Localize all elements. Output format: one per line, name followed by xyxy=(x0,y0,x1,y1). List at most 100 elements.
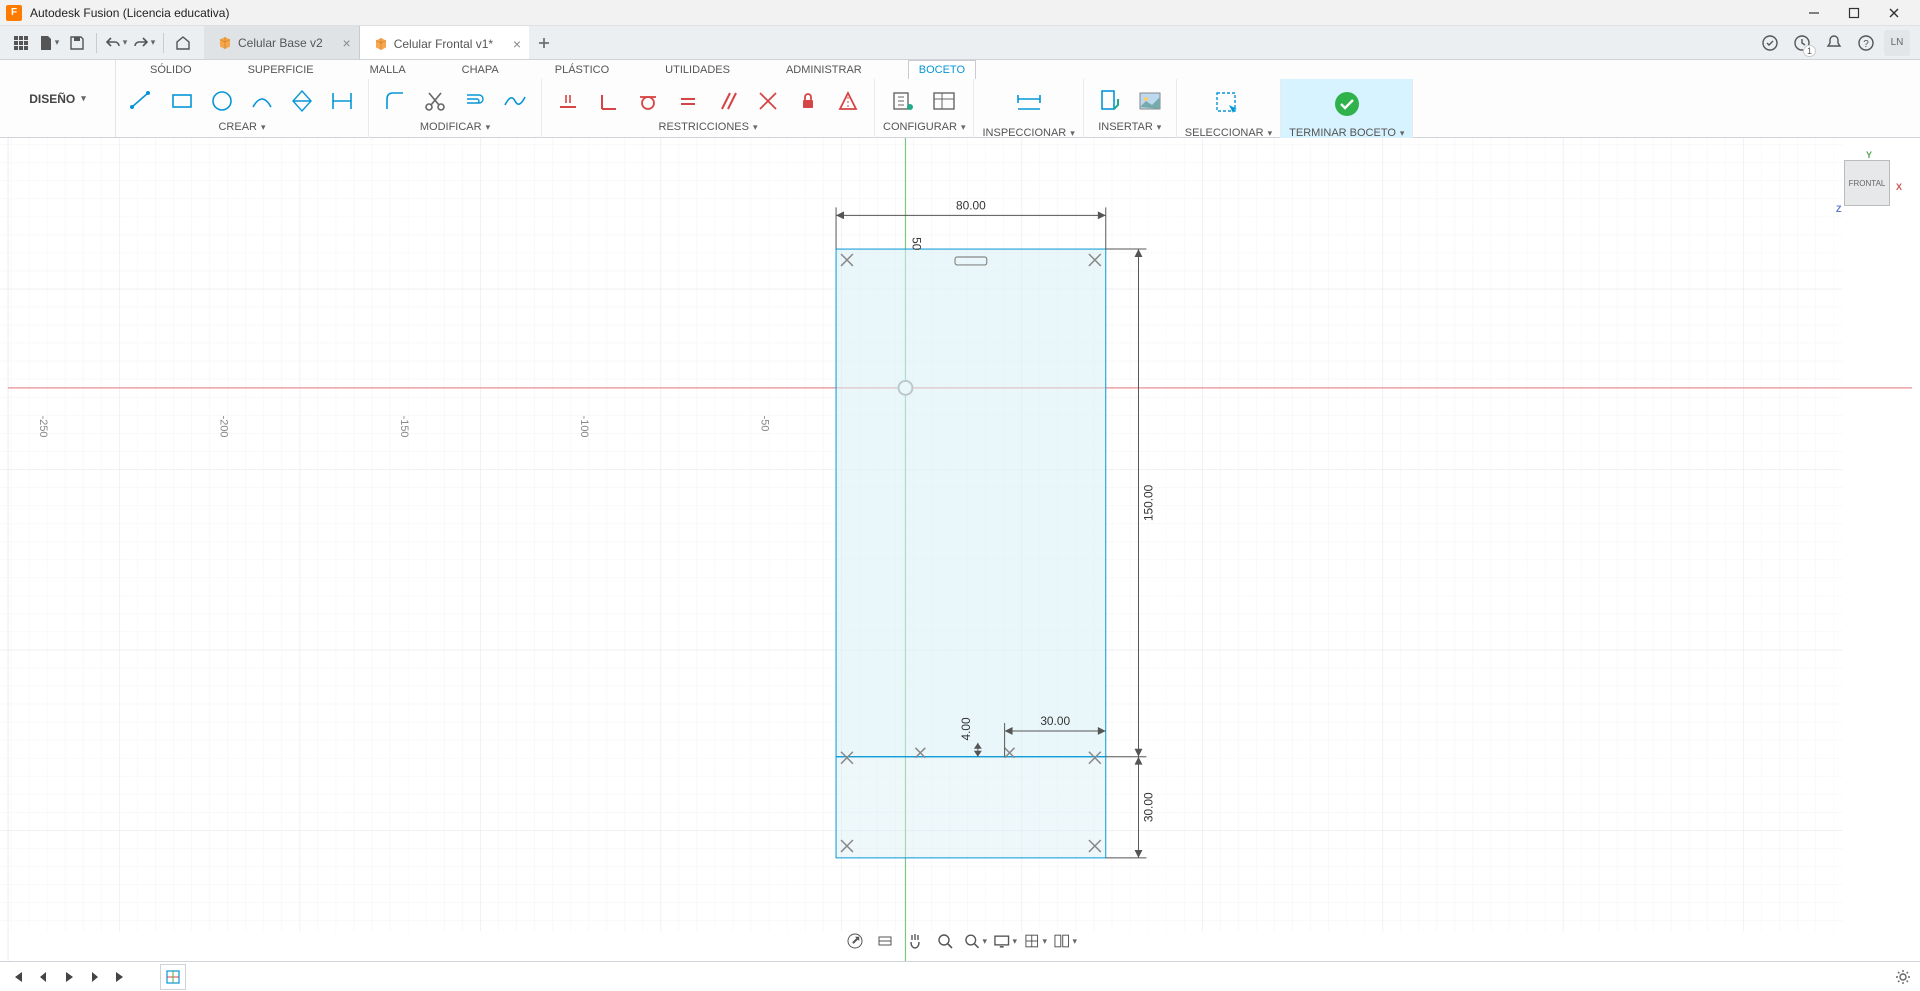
notifications-button[interactable] xyxy=(1820,29,1848,57)
close-button[interactable] xyxy=(1874,0,1914,26)
offset-tool[interactable] xyxy=(457,83,493,119)
dimension-tool[interactable] xyxy=(324,83,360,119)
undo-button[interactable] xyxy=(103,30,129,56)
fillet-tool[interactable] xyxy=(377,83,413,119)
insert-derive-button[interactable] xyxy=(1092,83,1128,119)
panel-create: CREAR xyxy=(116,79,369,143)
timeline-sketch-feature[interactable] xyxy=(160,964,186,990)
file-menu-button[interactable] xyxy=(36,30,62,56)
display-settings-button[interactable] xyxy=(993,929,1017,953)
job-count-badge: 1 xyxy=(1803,45,1816,57)
extensions-button[interactable] xyxy=(1756,29,1784,57)
timeline-end-button[interactable] xyxy=(112,968,130,986)
ribbon-tab-solid[interactable]: SÓLIDO xyxy=(140,61,202,79)
timeline-next-button[interactable] xyxy=(86,968,104,986)
svg-text:-50: -50 xyxy=(759,416,771,432)
timeline-start-button[interactable] xyxy=(8,968,26,986)
svg-text:-100: -100 xyxy=(578,416,590,438)
ribbon-tab-plastic[interactable]: PLÁSTICO xyxy=(545,61,619,79)
user-avatar[interactable]: LN xyxy=(1884,30,1910,56)
panel-label-constraints[interactable]: RESTRICCIONES xyxy=(659,121,758,133)
home-button[interactable] xyxy=(170,30,196,56)
document-tab-1[interactable]: Celular Base v2 × xyxy=(204,26,360,59)
timeline-settings-button[interactable] xyxy=(1894,968,1912,986)
sketch-geometry[interactable] xyxy=(836,249,1106,858)
look-at-button[interactable] xyxy=(873,929,897,953)
symmetry-constraint[interactable] xyxy=(830,83,866,119)
rectangle-tool[interactable] xyxy=(164,83,200,119)
spline-tool[interactable] xyxy=(497,83,533,119)
orbit-button[interactable] xyxy=(843,929,867,953)
document-tab-2[interactable]: Celular Frontal v1* × xyxy=(360,26,529,59)
view-cube[interactable]: FRONTAL Y X Z xyxy=(1838,152,1898,212)
help-button[interactable]: ? xyxy=(1852,29,1880,57)
fix-constraint[interactable] xyxy=(790,83,826,119)
window-title: Autodesk Fusion (Licencia educativa) xyxy=(30,6,229,20)
select-tool[interactable] xyxy=(1198,83,1258,125)
maximize-button[interactable] xyxy=(1834,0,1874,26)
axis-label-y: Y xyxy=(1866,150,1872,160)
redo-button[interactable] xyxy=(131,30,157,56)
equal-constraint[interactable] xyxy=(670,83,706,119)
workspace-switcher[interactable]: DISEÑO xyxy=(0,60,116,137)
panel-inspect: INSPECCIONAR xyxy=(974,79,1083,143)
parallel-constraint[interactable] xyxy=(710,83,746,119)
ribbon-tab-sheet[interactable]: CHAPA xyxy=(452,61,509,79)
ribbon-tab-utilities[interactable]: UTILIDADES xyxy=(655,61,740,79)
sketch-canvas-svg: -250 -200 -150 -100 -50 xyxy=(0,138,1920,961)
tab-close-icon[interactable]: × xyxy=(343,35,351,51)
navigation-bar xyxy=(839,927,1081,955)
tab-close-icon[interactable]: × xyxy=(513,36,521,52)
job-status-button[interactable]: 1 xyxy=(1788,29,1816,57)
pan-button[interactable] xyxy=(903,929,927,953)
change-parameters-button[interactable] xyxy=(926,83,962,119)
panel-label-insert[interactable]: INSERTAR xyxy=(1098,121,1161,133)
cube-icon xyxy=(374,37,388,51)
quick-access-row: Celular Base v2 × Celular Frontal v1* × … xyxy=(0,26,1920,60)
tab-label: Celular Base v2 xyxy=(238,36,323,50)
coincident-constraint[interactable] xyxy=(750,83,786,119)
save-button[interactable] xyxy=(64,30,90,56)
ribbon-tab-sketch[interactable]: BOCETO xyxy=(908,60,976,79)
viewport-layout-button[interactable] xyxy=(1053,929,1077,953)
arc-tool[interactable] xyxy=(244,83,280,119)
new-tab-button[interactable] xyxy=(529,26,559,59)
svg-text:?: ? xyxy=(1863,39,1869,50)
panel-finish-sketch[interactable]: TERMINAR BOCETO xyxy=(1281,79,1413,143)
horizontal-constraint[interactable] xyxy=(550,83,586,119)
grid-settings-button[interactable] xyxy=(1023,929,1047,953)
panel-label-create[interactable]: CREAR xyxy=(218,121,265,133)
zoom-button[interactable] xyxy=(933,929,957,953)
svg-text:-250: -250 xyxy=(37,416,49,438)
polygon-tool[interactable] xyxy=(284,83,320,119)
minimize-button[interactable] xyxy=(1794,0,1834,26)
canvas[interactable]: -250 -200 -150 -100 -50 xyxy=(0,138,1920,961)
timeline-prev-button[interactable] xyxy=(34,968,52,986)
data-panel-button[interactable] xyxy=(8,30,34,56)
trim-tool[interactable] xyxy=(417,83,453,119)
ribbon-tab-mesh[interactable]: MALLA xyxy=(360,61,416,79)
svg-text:80.00: 80.00 xyxy=(956,198,986,212)
panel-label-modify[interactable]: MODIFICAR xyxy=(420,121,490,133)
panel-label-configure[interactable]: CONFIGURAR xyxy=(883,121,965,133)
circle-tool[interactable] xyxy=(204,83,240,119)
measure-tool[interactable] xyxy=(999,83,1059,125)
workspace-label: DISEÑO xyxy=(29,92,75,106)
tangent-constraint[interactable] xyxy=(630,83,666,119)
timeline-play-button[interactable] xyxy=(60,968,78,986)
document-tabs: Celular Base v2 × Celular Frontal v1* × xyxy=(204,26,1746,59)
line-tool[interactable] xyxy=(124,83,160,119)
sketch-palette-button[interactable] xyxy=(886,83,922,119)
axis-label-z: Z xyxy=(1836,204,1842,214)
axis-label-x: X xyxy=(1896,182,1902,192)
svg-text:150.00: 150.00 xyxy=(1141,484,1155,521)
ribbon-tab-manage[interactable]: ADMINISTRAR xyxy=(776,61,872,79)
view-cube-face[interactable]: FRONTAL xyxy=(1844,160,1890,206)
ribbon-tab-surface[interactable]: SUPERFICIE xyxy=(238,61,324,79)
finish-sketch-button[interactable] xyxy=(1317,83,1377,125)
zoom-menu-button[interactable] xyxy=(963,929,987,953)
perpendicular-constraint[interactable] xyxy=(590,83,626,119)
insert-image-button[interactable] xyxy=(1132,83,1168,119)
panel-configure: CONFIGURAR xyxy=(875,79,974,143)
app-logo: F xyxy=(6,5,22,21)
